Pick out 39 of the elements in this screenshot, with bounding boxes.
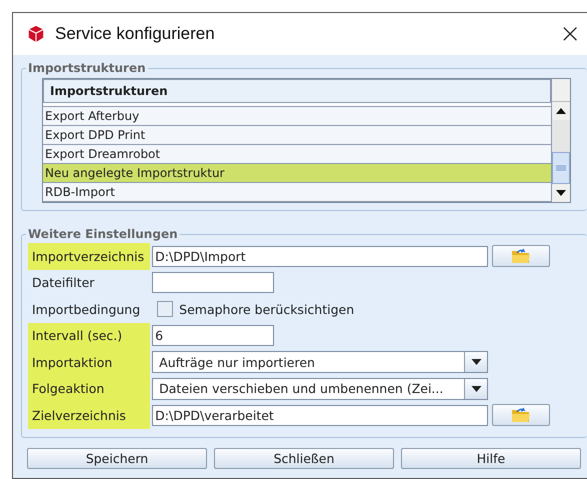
dialog-button[interactable]: Speichern [27, 448, 207, 468]
table-row[interactable]: Export DPD Print [43, 126, 551, 145]
field-label: Intervall (sec.) [28, 322, 150, 349]
field-label: Importbedingung [31, 300, 142, 319]
input-field[interactable]: D:\DPD\Import [152, 246, 488, 267]
input-field[interactable]: D:\DPD\verarbeitet [152, 404, 488, 426]
group-title: Importstrukturen [27, 61, 147, 75]
grip-icon [556, 165, 566, 171]
checkbox-label: Semaphore berücksichtigen [179, 302, 354, 317]
input-field[interactable]: 6 [152, 325, 274, 346]
dialog-button[interactable]: Schließen [214, 448, 394, 468]
dropdown[interactable]: Dateien verschieben und umbenennen (Zei... [152, 378, 488, 400]
field-label: Importverzeichnis [28, 243, 150, 270]
down-arrow-icon [556, 190, 566, 196]
close-button[interactable]: × [559, 21, 581, 47]
field-label: Dateifilter [31, 274, 96, 292]
column-header[interactable]: Importstrukturen [43, 79, 551, 103]
folder-icon [511, 248, 532, 264]
window-title: Service konfigurieren [55, 24, 215, 44]
scrollbar[interactable] [551, 79, 570, 202]
field-label: Folgeaktion [28, 376, 150, 402]
checkbox[interactable] [157, 301, 174, 318]
table-row[interactable]: Export Afterbuy [43, 107, 551, 126]
group-title: Weitere Einstellungen [27, 227, 179, 241]
caret-icon [470, 386, 482, 392]
table-row[interactable]: Neu angelegte Importstruktur [43, 164, 551, 183]
table-row[interactable]: Export Dreamrobot [43, 145, 551, 164]
browse-button[interactable] [492, 404, 550, 426]
dialog-button[interactable]: Hilfe [401, 448, 581, 468]
field-label: Importaktion [28, 349, 150, 376]
input-field[interactable] [152, 272, 274, 294]
caret-icon [470, 359, 482, 366]
field-label: Zielverzeichnis [28, 402, 150, 428]
table-row[interactable]: RDB-Import [43, 183, 551, 202]
folder-icon [511, 407, 532, 424]
dropdown[interactable]: Aufträge nur importieren [152, 351, 488, 374]
browse-button[interactable] [492, 245, 550, 268]
box-icon [27, 25, 45, 43]
up-arrow-icon [556, 108, 566, 114]
